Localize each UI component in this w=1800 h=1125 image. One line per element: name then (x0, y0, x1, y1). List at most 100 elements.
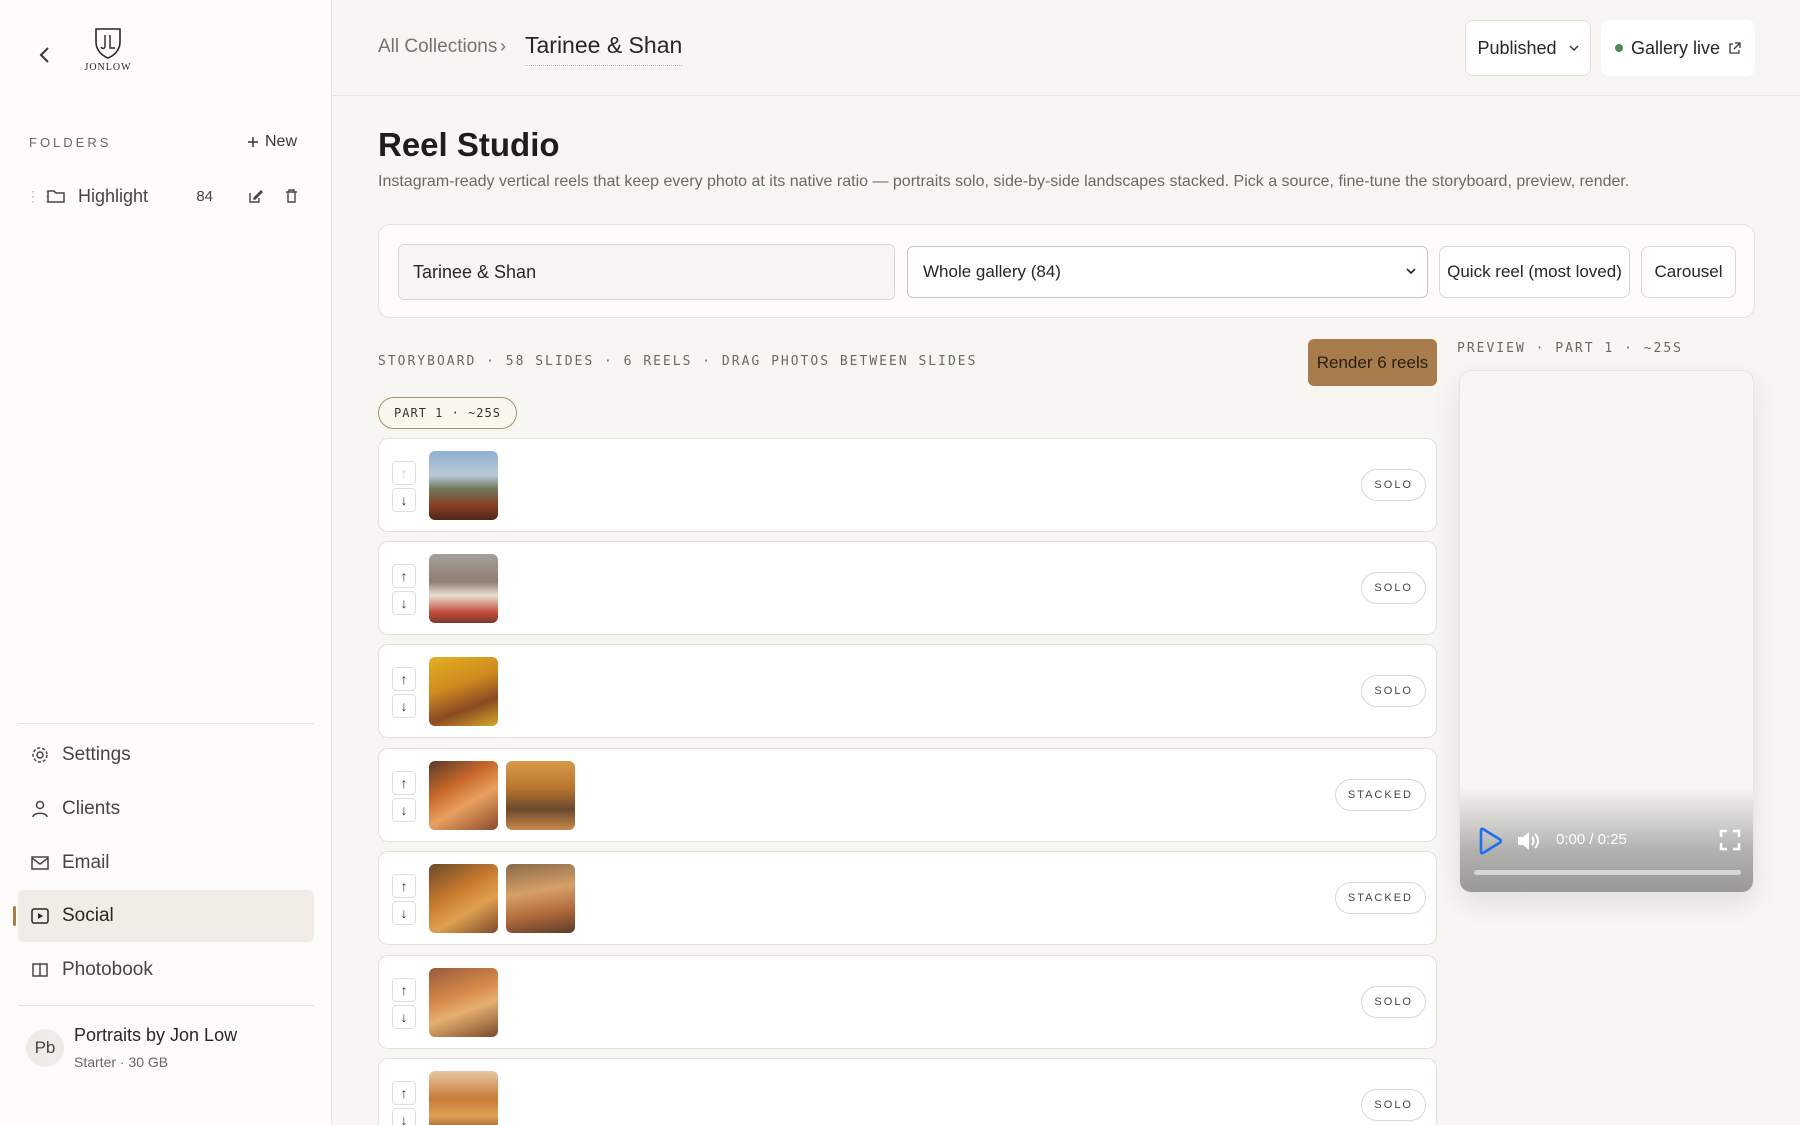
new-folder-button[interactable]: New (247, 133, 297, 151)
back-button[interactable] (30, 40, 60, 70)
nav-label-photobook: Photobook (62, 959, 153, 980)
layout-badge: SOLO (1361, 1089, 1426, 1121)
photo-thumbnail[interactable] (429, 968, 498, 1037)
logo-text: JONLOW (84, 62, 132, 73)
photo-thumbnail[interactable] (429, 1071, 498, 1125)
sidebar: JONLOW FOLDERS New ⋮⋮ Highlight 84 Setti… (0, 0, 332, 1125)
layout-badge: SOLO (1361, 469, 1426, 501)
drag-handle-icon[interactable]: ⋮⋮ (26, 188, 54, 205)
brand-logo[interactable]: JONLOW (72, 26, 144, 82)
account-name: Portraits by Jon Low (74, 1025, 238, 1045)
storyboard-label: STORYBOARD · 58 SLIDES · 6 REELS · DRAG … (378, 354, 978, 369)
photo-thumbnail[interactable] (429, 554, 498, 623)
quick-reel-button[interactable]: Quick reel (most loved) (1439, 246, 1630, 298)
delete-folder-button[interactable] (281, 186, 301, 206)
move-up-button[interactable]: ↑ (392, 771, 416, 795)
move-down-button[interactable]: ↓ (392, 488, 416, 512)
edit-icon (248, 189, 263, 203)
fullscreen-icon[interactable] (1719, 829, 1741, 851)
photo-thumbnail[interactable] (506, 864, 575, 933)
status-value: Published (1477, 37, 1557, 58)
layout-badge: STACKED (1334, 882, 1426, 914)
slide-row[interactable]: ↑ ↓ STACKED (378, 748, 1437, 842)
render-reels-button[interactable]: Render 6 reels (1308, 339, 1437, 386)
nav-item-photobook[interactable]: Photobook (18, 944, 314, 996)
slide-row[interactable]: ↑ ↓ SOLO (378, 438, 1437, 532)
reel-preview-player[interactable]: 0:00 / 0:25 (1459, 370, 1754, 893)
top-bar: All Collections › Tarinee & Shan Publish… (333, 0, 1800, 96)
part-chip[interactable]: PART 1 · ~25S (378, 397, 517, 429)
slide-row[interactable]: ↑ ↓ SOLO (378, 541, 1437, 635)
mail-icon (31, 856, 49, 870)
breadcrumb-all-collections[interactable]: All Collections (378, 36, 497, 58)
folder-count: 84 (196, 187, 213, 205)
external-link-icon (1729, 41, 1741, 54)
move-down-button[interactable]: ↓ (392, 901, 416, 925)
new-folder-label: New (264, 133, 297, 150)
account-plan: Starter · 30 GB (74, 1054, 169, 1070)
move-down-button[interactable]: ↓ (392, 1005, 416, 1029)
sidebar-divider (18, 723, 314, 724)
player-time: 0:00 / 0:25 (1556, 831, 1627, 848)
player-controls: 0:00 / 0:25 (1460, 787, 1753, 892)
slide-row[interactable]: ↑ ↓ STACKED (378, 851, 1437, 945)
folders-label: FOLDERS (29, 134, 112, 150)
breadcrumb-current[interactable]: Tarinee & Shan (525, 32, 683, 66)
gear-icon (32, 747, 48, 763)
carousel-button[interactable]: Carousel (1641, 246, 1736, 298)
chevron-down-icon (1569, 45, 1579, 51)
gallery-live-link[interactable]: Gallery live (1601, 20, 1755, 76)
page-description: Instagram-ready vertical reels that keep… (378, 173, 1630, 190)
trash-icon (285, 189, 297, 203)
gallery-live-label: Gallery live (1630, 37, 1721, 58)
chevron-left-icon (39, 47, 49, 63)
folders-header: FOLDERS New (29, 133, 297, 151)
folder-item-highlight[interactable]: ⋮⋮ Highlight 84 (26, 180, 301, 212)
nav-item-clients[interactable]: Clients (18, 783, 314, 835)
status-dropdown[interactable]: Published (1465, 20, 1591, 76)
preview-label: PREVIEW · PART 1 · ~25S (1457, 341, 1684, 356)
photo-thumbnail[interactable] (429, 657, 498, 726)
move-down-button[interactable]: ↓ (392, 1108, 416, 1125)
move-up-button[interactable]: ↑ (392, 461, 416, 485)
move-down-button[interactable]: ↓ (392, 694, 416, 718)
account-switcher[interactable]: Pb Portraits by Jon Low Starter · 30 GB (26, 1025, 237, 1070)
move-up-button[interactable]: ↑ (392, 874, 416, 898)
play-icon[interactable] (1474, 826, 1504, 856)
nav-item-email[interactable]: Email (18, 837, 314, 889)
book-icon (32, 963, 48, 977)
slide-row[interactable]: ↑ ↓ SOLO (378, 955, 1437, 1049)
photo-thumbnail[interactable] (429, 761, 498, 830)
volume-icon[interactable] (1516, 829, 1542, 853)
live-status-dot (1614, 44, 1623, 52)
photo-thumbnail[interactable] (506, 761, 575, 830)
user-icon (32, 800, 48, 818)
nav-label-email: Email (62, 852, 110, 873)
nav-item-social[interactable]: Social (13, 890, 314, 942)
play-square-icon (31, 908, 49, 924)
move-up-button[interactable]: ↑ (392, 978, 416, 1002)
layout-badge: SOLO (1361, 572, 1426, 604)
progress-scrubber[interactable] (1474, 870, 1741, 875)
sidebar-divider (18, 1005, 314, 1006)
nav-item-settings[interactable]: Settings (18, 729, 314, 781)
move-up-button[interactable]: ↑ (392, 667, 416, 691)
breadcrumb-separator-icon: › (500, 36, 506, 56)
source-scope-value: Whole gallery (84) (923, 262, 1061, 281)
nav-label-clients: Clients (62, 798, 121, 819)
move-up-button[interactable]: ↑ (392, 1081, 416, 1105)
slide-row[interactable]: ↑ ↓ SOLO (378, 1058, 1437, 1125)
folder-icon (47, 190, 65, 203)
layout-badge: STACKED (1334, 779, 1426, 811)
move-up-button[interactable]: ↑ (392, 564, 416, 588)
photo-thumbnail[interactable] (429, 451, 498, 520)
source-panel: Tarinee & Shan Whole gallery (84) Quick … (378, 224, 1755, 318)
move-down-button[interactable]: ↓ (392, 591, 416, 615)
nav-label-social: Social (62, 905, 114, 926)
move-down-button[interactable]: ↓ (392, 798, 416, 822)
slide-row[interactable]: ↑ ↓ SOLO (378, 644, 1437, 738)
reel-name-input[interactable]: Tarinee & Shan (398, 244, 895, 300)
edit-folder-button[interactable] (245, 186, 265, 206)
source-scope-select[interactable]: Whole gallery (84) (907, 246, 1428, 298)
photo-thumbnail[interactable] (429, 864, 498, 933)
